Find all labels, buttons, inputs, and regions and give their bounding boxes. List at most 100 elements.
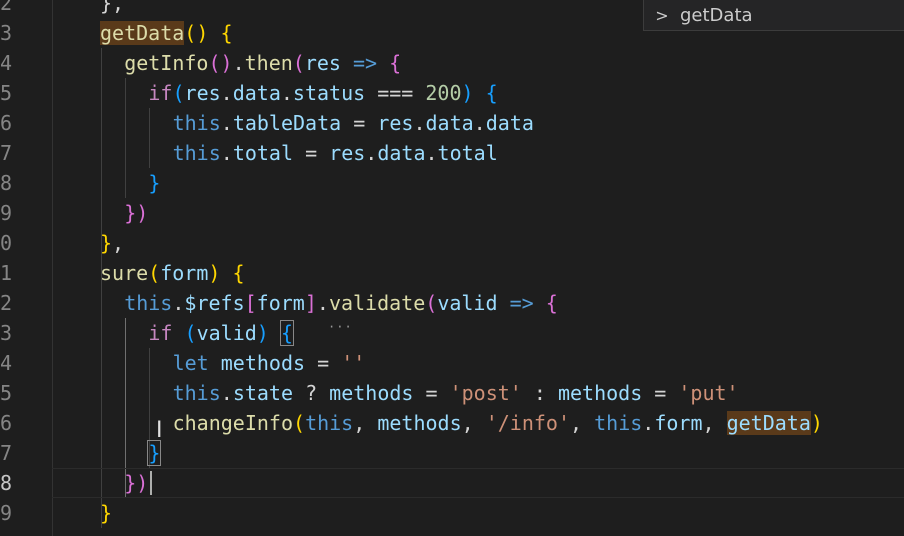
- code-token: '/info': [485, 411, 571, 435]
- code-token: =>: [353, 51, 378, 75]
- code-token: form: [160, 261, 209, 285]
- line-number: 4: [0, 351, 12, 375]
- code-token: ): [136, 201, 149, 225]
- code-token: .: [425, 141, 438, 165]
- code-token: total: [437, 141, 498, 165]
- code-line[interactable]: if (valid) {: [52, 318, 904, 348]
- code-token: :: [521, 381, 558, 405]
- code-token: .: [280, 81, 293, 105]
- code-token: ): [196, 21, 209, 45]
- code-token: valid: [196, 321, 257, 345]
- code-token: ): [220, 51, 233, 75]
- code-line[interactable]: },: [52, 228, 904, 258]
- text-cursor-icon: I: [156, 418, 163, 443]
- code-token: res: [184, 81, 221, 105]
- code-line[interactable]: this.$refs[form].validate(valid => {: [52, 288, 904, 318]
- code-token: res: [304, 51, 341, 75]
- line-number: 6: [0, 111, 12, 135]
- code-token: ): [810, 411, 823, 435]
- code-token: {: [485, 81, 498, 105]
- sticky-scroll-header[interactable]: > getData: [643, 0, 904, 31]
- code-token: =: [305, 351, 342, 375]
- line-number: 6: [0, 411, 12, 435]
- code-token: methods: [329, 381, 414, 405]
- code-token: ,: [112, 231, 125, 255]
- code-token: }: [100, 231, 113, 255]
- code-token: (: [208, 51, 221, 75]
- code-token: ): [461, 81, 474, 105]
- code-token: res: [329, 141, 366, 165]
- code-token: if: [148, 81, 173, 105]
- line-number: 4: [0, 51, 12, 75]
- chevron-right-icon[interactable]: >: [644, 6, 680, 25]
- code-token: total: [232, 141, 294, 165]
- line-number-gutter[interactable]: 2 3 4 5 6 7 8 9 0 1 2 3 4 5 6 7 8 9: [0, 0, 53, 536]
- code-token: .: [220, 111, 233, 135]
- sticky-scroll-label[interactable]: getData: [680, 5, 753, 26]
- code-line[interactable]: this.state ? methods = 'post' : methods …: [52, 378, 904, 408]
- code-token: .: [642, 411, 655, 435]
- code-line[interactable]: }: [52, 438, 904, 468]
- code-token: {: [220, 21, 233, 45]
- line-number: 2: [0, 291, 12, 315]
- code-line[interactable]: sure(form) {: [52, 258, 904, 288]
- code-token: [: [244, 291, 257, 315]
- code-line[interactable]: changeInfo(this, methods, '/info', this.…: [52, 408, 904, 438]
- line-number: 7: [0, 441, 12, 465]
- code-token: methods: [377, 411, 462, 435]
- code-token: form: [654, 411, 703, 435]
- code-token: let: [172, 351, 209, 375]
- code-token: .: [473, 111, 486, 135]
- code-line[interactable]: let methods = '': [52, 348, 904, 378]
- code-token: data: [377, 141, 426, 165]
- line-number: 3: [0, 21, 12, 45]
- code-token: $refs: [184, 291, 245, 315]
- code-token: =: [413, 381, 450, 405]
- code-line[interactable]: getInfo().then(res => {: [52, 48, 904, 78]
- code-line[interactable]: }): [52, 198, 904, 228]
- code-token: .: [220, 141, 233, 165]
- suggestion-dots: ···: [328, 320, 353, 334]
- code-token: this: [172, 141, 221, 165]
- code-line[interactable]: this.tableData = res.data.data: [52, 108, 904, 138]
- code-token: sure: [100, 261, 149, 285]
- code-token: {: [545, 291, 558, 315]
- code-token: {: [279, 320, 294, 346]
- code-token: ): [136, 471, 149, 495]
- code-token: this: [305, 411, 354, 435]
- code-token: getData: [100, 21, 185, 45]
- code-token: {: [389, 51, 402, 75]
- code-line[interactable]: }): [52, 468, 904, 498]
- code-token: getInfo: [124, 51, 209, 75]
- line-number: 9: [0, 501, 12, 525]
- code-token: ,: [353, 411, 378, 435]
- code-token: =: [642, 381, 679, 405]
- code-line[interactable]: }: [52, 168, 904, 198]
- code-token: =: [293, 141, 330, 165]
- code-token: }: [147, 440, 162, 466]
- code-token: getData: [726, 411, 811, 435]
- code-line[interactable]: if(res.data.status === 200) {: [52, 78, 904, 108]
- code-token: }: [124, 471, 137, 495]
- code-token: .: [220, 81, 233, 105]
- code-line[interactable]: }: [52, 498, 904, 528]
- code-line[interactable]: this.total = res.data.total: [52, 138, 904, 168]
- code-token: (: [148, 261, 161, 285]
- code-editor[interactable]: }, getData() {getInfo().then(res => {if(r…: [52, 0, 904, 536]
- code-token: if: [148, 321, 173, 345]
- code-token: =: [341, 111, 378, 135]
- code-token: methods: [220, 351, 306, 375]
- code-token: status: [292, 81, 366, 105]
- code-token: state: [232, 381, 294, 405]
- code-token: .: [365, 141, 378, 165]
- code-token: data: [485, 111, 534, 135]
- code-token: res: [377, 111, 414, 135]
- line-number: 2: [0, 0, 12, 15]
- code-token: }: [148, 171, 161, 195]
- code-token: ?: [293, 381, 330, 405]
